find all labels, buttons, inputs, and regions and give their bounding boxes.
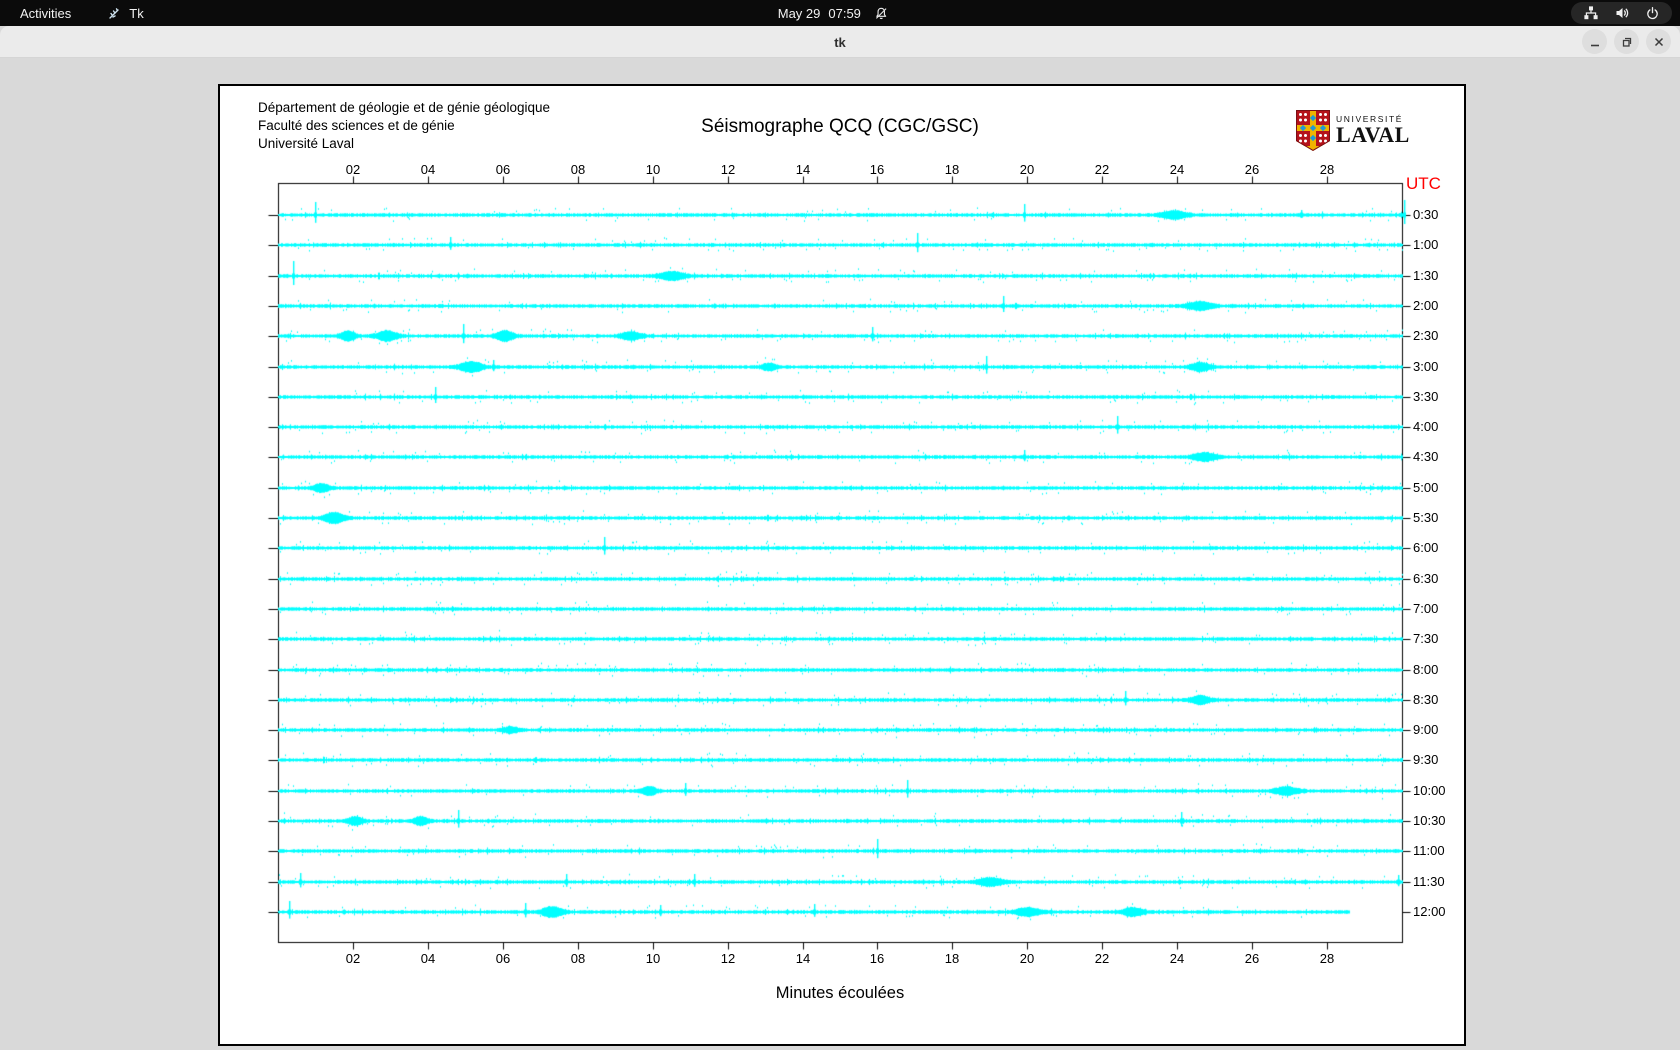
utc-time-label: 0:30 (1413, 207, 1439, 222)
utc-time-label: 2:30 (1413, 328, 1439, 343)
app-indicator-label: Tk (129, 5, 144, 21)
universite-laval-logo: UNIVERSITÉ LAVAL (1296, 110, 1410, 156)
system-status-area[interactable] (1571, 2, 1672, 24)
minute-tick-label-top: 20 (1019, 162, 1035, 177)
minute-tick-label-top: 24 (1169, 162, 1185, 177)
utc-time-label: 12:00 (1413, 904, 1446, 919)
utc-time-label: 7:30 (1413, 631, 1439, 646)
clock-date: May 29 (777, 5, 821, 21)
minute-tick-label-top: 22 (1094, 162, 1110, 177)
minute-tick-label-top: 12 (720, 162, 736, 177)
clock-button[interactable]: May 29 07:59 (778, 0, 889, 26)
minimize-button[interactable] (1582, 29, 1607, 54)
minute-tick-label-top: 16 (869, 162, 885, 177)
utc-time-label: 8:30 (1413, 692, 1439, 707)
minute-tick-label-top: 08 (570, 162, 586, 177)
minute-tick-label-bottom: 24 (1169, 951, 1185, 966)
window-title: tk (834, 34, 846, 50)
minute-tick-label-top: 28 (1319, 162, 1335, 177)
header-line-1: Département de géologie et de génie géol… (258, 100, 550, 115)
utc-axis-label: UTC (1406, 174, 1441, 193)
gnome-top-bar: Activities Tk May 29 07:59 (0, 0, 1680, 26)
utc-time-label: 11:30 (1413, 874, 1445, 889)
utc-time-label: 9:30 (1413, 752, 1439, 767)
app-indicator[interactable]: Tk (107, 5, 144, 21)
minute-tick-label-bottom: 26 (1244, 951, 1260, 966)
utc-time-label: 3:00 (1413, 359, 1439, 374)
utc-time-label: 3:30 (1413, 389, 1439, 404)
laval-shield-icon (1296, 110, 1330, 156)
window-titlebar: tk (0, 26, 1680, 58)
minute-tick-label-bottom: 06 (495, 951, 511, 966)
minute-tick-label-bottom: 28 (1319, 951, 1335, 966)
minute-tick-label-bottom: 14 (795, 951, 811, 966)
minute-tick-label-top: 14 (795, 162, 811, 177)
minute-tick-label-top: 02 (345, 162, 361, 177)
plot-title: Séismographe QCQ (CGC/GSC) (701, 116, 979, 137)
minute-tick-label-bottom: 08 (570, 951, 586, 966)
close-button[interactable] (1646, 29, 1671, 54)
maximize-button[interactable] (1614, 29, 1639, 54)
utc-time-label: 10:00 (1413, 783, 1446, 798)
minute-tick-label-bottom: 16 (869, 951, 885, 966)
tk-icon (107, 6, 122, 21)
minute-tick-label-top: 26 (1244, 162, 1260, 177)
minute-tick-label-bottom: 12 (720, 951, 736, 966)
utc-time-label: 4:30 (1413, 449, 1439, 464)
minute-tick-label-top: 06 (495, 162, 511, 177)
utc-time-label: 1:00 (1413, 237, 1439, 252)
utc-time-label: 5:00 (1413, 480, 1439, 495)
utc-time-label: 1:30 (1413, 268, 1439, 283)
minute-tick-label-bottom: 20 (1019, 951, 1035, 966)
minute-tick-label-top: 04 (420, 162, 436, 177)
minute-tick-label-bottom: 04 (420, 951, 436, 966)
seismograph-plot: Département de géologie et de génie géol… (220, 86, 1464, 1044)
utc-time-label: 5:30 (1413, 510, 1439, 525)
minute-tick-label-top: 18 (944, 162, 960, 177)
utc-time-label: 6:30 (1413, 571, 1439, 586)
minute-tick-label-bottom: 02 (345, 951, 361, 966)
seismogram-canvas (220, 86, 1464, 1044)
clock-time: 07:59 (828, 5, 861, 21)
minute-tick-label-bottom: 18 (944, 951, 960, 966)
volume-icon (1614, 5, 1630, 21)
notifications-muted-icon (874, 6, 889, 21)
utc-time-label: 11:00 (1413, 843, 1445, 858)
x-axis-label: Minutes écoulées (775, 984, 905, 1002)
minute-tick-label-bottom: 10 (645, 951, 661, 966)
utc-time-label: 10:30 (1413, 813, 1446, 828)
minute-tick-label-bottom: 22 (1094, 951, 1110, 966)
tk-window-body: Département de géologie et de génie géol… (0, 58, 1680, 1050)
wired-network-icon (1583, 5, 1599, 21)
utc-time-label: 6:00 (1413, 540, 1439, 555)
utc-time-label: 9:00 (1413, 722, 1439, 737)
utc-time-label: 4:00 (1413, 419, 1439, 434)
utc-time-label: 8:00 (1413, 662, 1439, 677)
logo-laval-text: LAVAL (1336, 122, 1410, 147)
plot-frame: Département de géologie et de génie géol… (218, 84, 1466, 1046)
screen: Activities Tk May 29 07:59 tk Départemen… (0, 0, 1680, 1050)
power-icon (1645, 6, 1660, 21)
minute-tick-label-top: 10 (645, 162, 661, 177)
utc-time-label: 7:00 (1413, 601, 1439, 616)
activities-button[interactable]: Activities (20, 0, 71, 26)
utc-time-label: 2:00 (1413, 298, 1439, 313)
